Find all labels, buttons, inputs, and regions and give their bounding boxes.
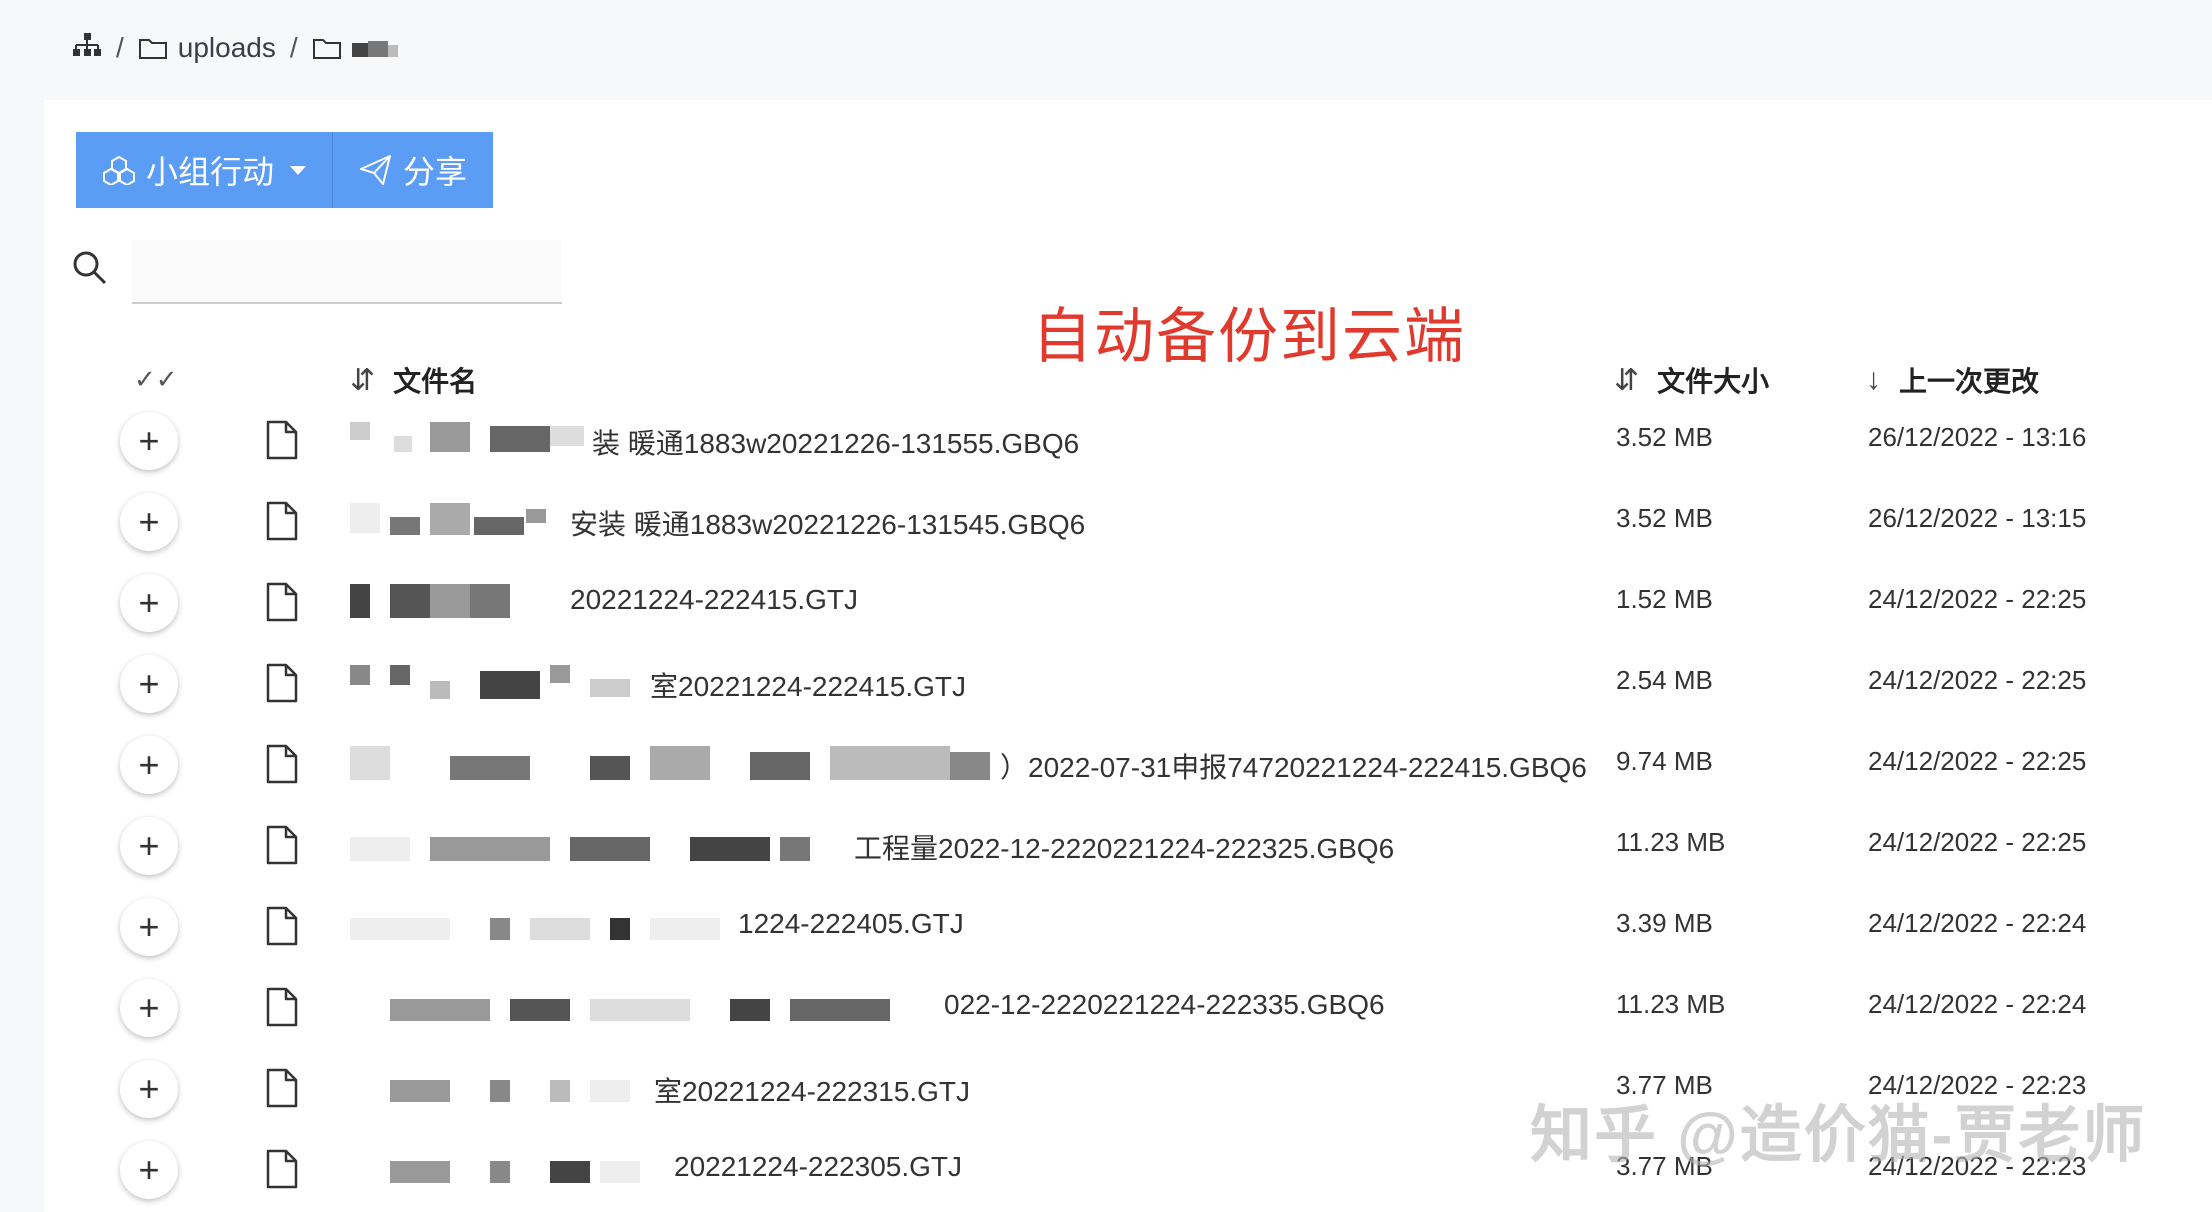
file-icon: [266, 1068, 298, 1108]
redacted-text: [350, 904, 730, 948]
share-label: 分享: [403, 154, 468, 190]
sitemap-icon[interactable]: [72, 32, 102, 65]
file-size: 11.23 MB: [1616, 989, 1726, 1019]
add-button[interactable]: +: [120, 493, 178, 551]
table-row[interactable]: + 1224-222405.GTJ 3.39 MB 24/12/2022 - 2…: [44, 886, 2212, 967]
sort-down-icon: ↓: [1866, 363, 1881, 396]
file-icon: [266, 663, 298, 703]
file-icon: [266, 420, 298, 460]
file-name[interactable]: 20221224-222415.GTJ: [570, 584, 858, 616]
redacted-text: [350, 823, 810, 867]
redacted-text: [350, 418, 590, 462]
add-button[interactable]: +: [120, 574, 178, 632]
add-button[interactable]: +: [120, 412, 178, 470]
file-name[interactable]: ）2022-07-31申报74720221224-222415.GBQ6: [1000, 746, 1587, 786]
search-input[interactable]: [132, 240, 562, 304]
sort-icon: ⇵: [1614, 363, 1640, 397]
redacted-text: [350, 661, 650, 705]
file-icon: [266, 501, 298, 541]
file-name[interactable]: 022-12-2220221224-222335.GBQ6: [944, 989, 1385, 1021]
file-name[interactable]: 装 暖通1883w20221226-131555.GBQ6: [592, 422, 1079, 462]
file-modified: 24/12/2022 - 22:25: [1868, 746, 2087, 776]
redacted-folder-name: [351, 37, 404, 59]
watermark: 知乎 @造价猫-贾老师: [1530, 1101, 2147, 1170]
column-header-label: 文件大小: [1657, 366, 1770, 397]
file-icon: [266, 582, 298, 622]
group-action-button[interactable]: 小组行动: [76, 132, 333, 208]
add-button[interactable]: +: [120, 1141, 178, 1199]
breadcrumb-separator: /: [289, 32, 298, 63]
toolbar: 小组行动 分享: [76, 132, 494, 208]
file-icon: [266, 1149, 298, 1189]
select-all-checkmark-icon[interactable]: ✓✓: [134, 364, 178, 395]
redacted-text: [350, 1147, 650, 1191]
redacted-text: [350, 742, 1000, 786]
file-modified: 24/12/2022 - 22:25: [1868, 827, 2087, 857]
file-size: 3.52 MB: [1616, 422, 1713, 452]
share-button[interactable]: 分享: [332, 132, 494, 208]
caret-down-icon: [290, 165, 307, 175]
redacted-text: [350, 499, 570, 543]
file-modified: 24/12/2022 - 22:24: [1868, 908, 2087, 938]
add-button[interactable]: +: [120, 1060, 178, 1118]
folder-icon: [138, 39, 167, 59]
file-modified: 24/12/2022 - 22:25: [1868, 584, 2087, 614]
add-button[interactable]: +: [120, 655, 178, 713]
file-icon: [266, 987, 298, 1027]
file-name[interactable]: 20221224-222305.GTJ: [674, 1151, 962, 1183]
breadcrumb: / uploads /: [72, 26, 404, 70]
file-modified: 24/12/2022 - 22:24: [1868, 989, 2087, 1019]
file-icon: [266, 744, 298, 784]
redacted-text: [350, 580, 520, 624]
add-button[interactable]: +: [120, 979, 178, 1037]
table-row[interactable]: + 工程量2022-12-2220221224-222325.GBQ6 11.2…: [44, 805, 2212, 886]
redacted-text: [350, 985, 930, 1029]
file-icon: [266, 906, 298, 946]
sort-icon: ⇵: [350, 363, 376, 397]
breadcrumb-separator: /: [116, 32, 124, 63]
folder-icon: [312, 39, 341, 59]
file-size: 3.52 MB: [1616, 503, 1713, 533]
group-action-label: 小组行动: [146, 154, 275, 190]
breadcrumb-label: uploads: [177, 32, 276, 63]
file-name[interactable]: 室20221224-222415.GTJ: [650, 665, 966, 705]
table-row[interactable]: + 安装 暖通1883w20221226-131545.GBQ6 3.52 MB…: [44, 481, 2212, 562]
cubes-icon: [103, 155, 135, 185]
column-header-label: 上一次更改: [1899, 366, 2040, 397]
file-size: 11.23 MB: [1616, 827, 1726, 857]
file-size: 9.74 MB: [1616, 746, 1713, 776]
add-button[interactable]: +: [120, 736, 178, 794]
table-row[interactable]: + 022-12-2220221224-222335.GBQ6 11.23 MB…: [44, 967, 2212, 1048]
breadcrumb-item-uploads[interactable]: uploads: [138, 32, 276, 64]
table-row[interactable]: + 装 暖通1883w20221226-131555.GBQ6 3.52 MB …: [44, 400, 2212, 481]
file-size: 2.54 MB: [1616, 665, 1713, 695]
file-name[interactable]: 1224-222405.GTJ: [738, 908, 964, 940]
file-name[interactable]: 室20221224-222315.GTJ: [654, 1070, 970, 1110]
table-row[interactable]: + ）2022-07-31申报74720221224-222415.GBQ6 9…: [44, 724, 2212, 805]
add-button[interactable]: +: [120, 817, 178, 875]
table-row[interactable]: + 室20221224-222415.GTJ 2.54 MB 24/12/202…: [44, 643, 2212, 724]
column-header-label: 文件名: [393, 366, 478, 397]
file-modified: 26/12/2022 - 13:15: [1868, 503, 2087, 533]
file-icon: [266, 825, 298, 865]
file-name[interactable]: 安装 暖通1883w20221226-131545.GBQ6: [570, 503, 1085, 543]
file-size: 3.39 MB: [1616, 908, 1713, 938]
file-modified: 26/12/2022 - 13:16: [1868, 422, 2087, 452]
paper-plane-icon: [360, 155, 392, 185]
file-size: 1.52 MB: [1616, 584, 1713, 614]
add-button[interactable]: +: [120, 898, 178, 956]
search-icon: [73, 251, 107, 285]
file-name[interactable]: 工程量2022-12-2220221224-222325.GBQ6: [854, 827, 1394, 867]
table-row[interactable]: + 20221224-222415.GTJ 1.52 MB 24/12/2022…: [44, 562, 2212, 643]
file-modified: 24/12/2022 - 22:25: [1868, 665, 2087, 695]
file-panel: 小组行动 分享 自动备份到云端 ✓✓ ⇵ 文件名 ⇵ 文件大小 ↓ 上一次更改 …: [44, 100, 2212, 1212]
redacted-text: [350, 1066, 650, 1110]
breadcrumb-item-current[interactable]: [312, 36, 404, 60]
